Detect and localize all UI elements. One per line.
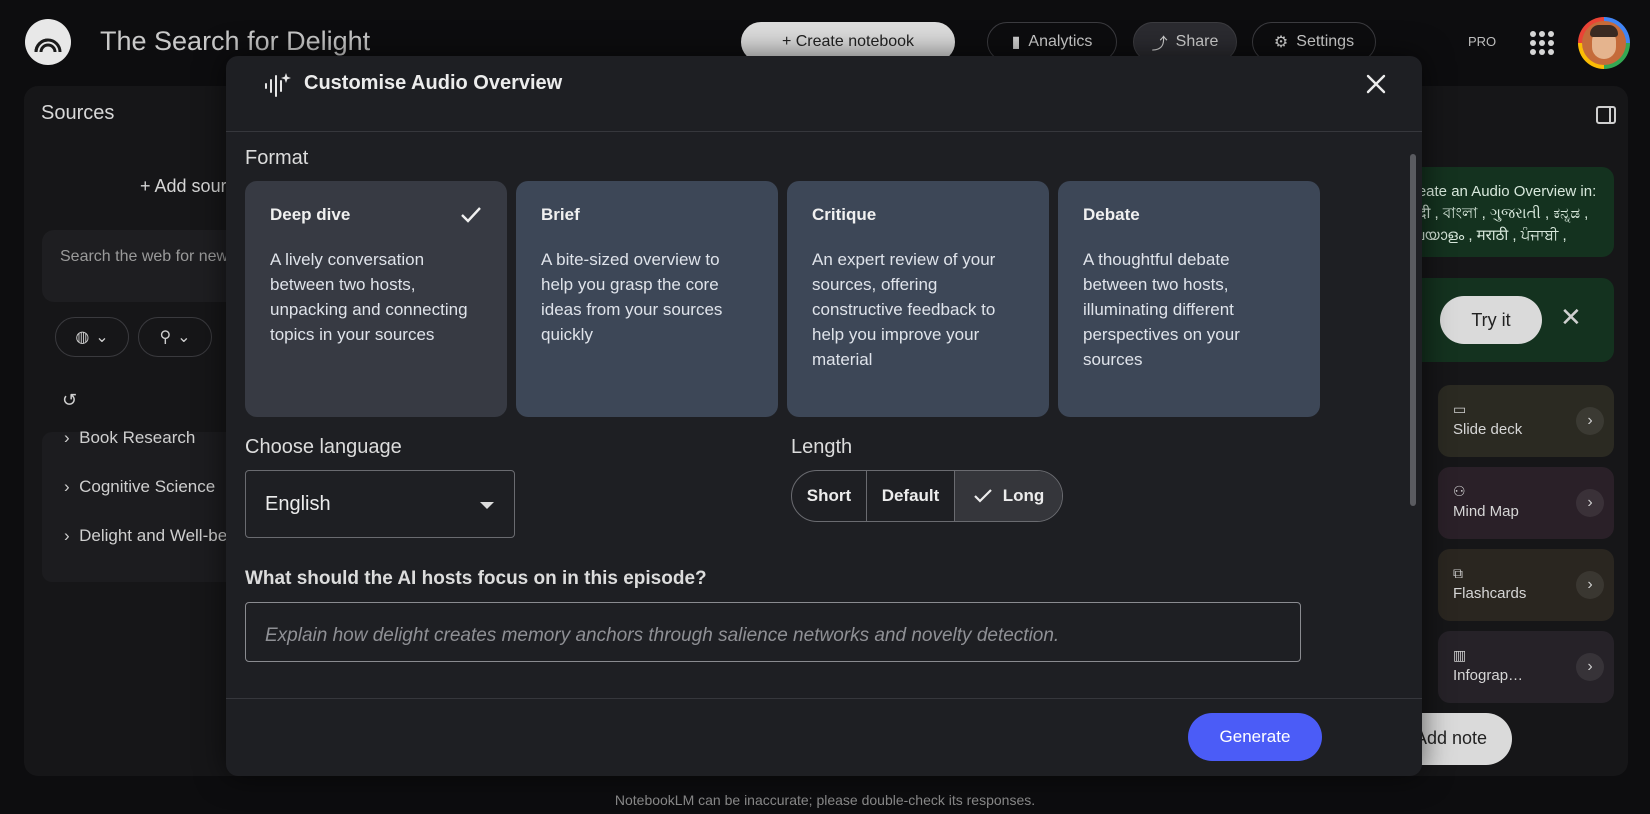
disclaimer-text: NotebookLM can be inaccurate; please dou… bbox=[614, 792, 1036, 808]
checkmark-icon bbox=[973, 489, 992, 503]
notebooklm-logo-icon[interactable] bbox=[25, 19, 71, 65]
gear-icon: ⚙ bbox=[1273, 34, 1289, 51]
mind-map-tile[interactable]: ⚇ Mind Map › bbox=[1438, 467, 1614, 539]
language-select[interactable]: English bbox=[245, 470, 515, 538]
pro-badge: PRO bbox=[1468, 34, 1497, 49]
chevron-right-icon: › bbox=[1576, 653, 1604, 681]
plus-icon: + bbox=[140, 176, 155, 196]
apps-grid-icon[interactable] bbox=[1530, 31, 1554, 55]
format-card-title: Deep dive bbox=[270, 205, 351, 224]
generate-button[interactable]: Generate bbox=[1188, 713, 1322, 761]
share-label: Share bbox=[1175, 33, 1219, 50]
add-source-button[interactable]: + Add sources bbox=[140, 176, 230, 197]
length-option-label: Long bbox=[1002, 486, 1045, 505]
tile-label: Slide deck bbox=[1453, 421, 1523, 438]
analytics-icon: ▮ bbox=[1011, 34, 1021, 51]
format-card-description: An expert review of your sources, offeri… bbox=[812, 250, 996, 369]
close-icon[interactable] bbox=[1360, 68, 1392, 100]
try-it-button[interactable]: Try it bbox=[1440, 296, 1542, 344]
checkmark-icon bbox=[461, 207, 481, 223]
format-card-deep-dive[interactable]: Deep dive A lively conversation between … bbox=[245, 181, 507, 417]
analytics-label: Analytics bbox=[1028, 33, 1093, 50]
length-label: Length bbox=[791, 436, 853, 458]
source-folder-item[interactable]: › Cognitive Science bbox=[64, 477, 234, 497]
avatar[interactable] bbox=[1578, 17, 1630, 69]
length-option-long[interactable]: Long bbox=[955, 471, 1062, 521]
folder-label: Book Research bbox=[79, 428, 196, 447]
flashcards-tile[interactable]: ⧉ Flashcards › bbox=[1438, 549, 1614, 621]
focus-prompt-textarea[interactable]: Explain how delight creates memory ancho… bbox=[245, 602, 1301, 662]
sparkle-search-icon: ⚲ bbox=[159, 329, 172, 346]
dialog-scrollbar[interactable] bbox=[1410, 154, 1416, 506]
source-folder-item[interactable]: › Book Research bbox=[64, 428, 234, 448]
folder-label: Delight and Well-being bbox=[79, 526, 234, 545]
length-option-label: Short bbox=[806, 486, 852, 505]
format-card-title: Brief bbox=[541, 205, 580, 224]
web-source-dropdown[interactable]: ◍ ⌄ bbox=[55, 317, 129, 357]
length-option-default[interactable]: Default bbox=[867, 471, 955, 521]
focus-label: What should the AI hosts focus on in thi… bbox=[245, 568, 707, 589]
format-card-title: Critique bbox=[812, 205, 877, 224]
folder-label: Cognitive Science bbox=[79, 477, 216, 496]
settings-label: Settings bbox=[1296, 33, 1355, 50]
chevron-right-icon: › bbox=[1576, 571, 1604, 599]
chevron-right-icon: › bbox=[1576, 407, 1604, 435]
share-icon: ⤴ bbox=[1151, 36, 1168, 53]
format-label: Format bbox=[245, 147, 309, 169]
panel-toggle-icon[interactable] bbox=[1596, 106, 1616, 124]
chevron-down-icon: ⌄ bbox=[95, 329, 109, 346]
length-option-label: Default bbox=[881, 486, 940, 505]
audio-sparkle-icon bbox=[265, 73, 291, 97]
language-label: Choose language bbox=[245, 436, 402, 458]
infographic-tile[interactable]: ▥ Infograp… › bbox=[1438, 631, 1614, 703]
create-notebook-label: + Create notebook bbox=[781, 33, 915, 50]
dialog-header: Customise Audio Overview bbox=[226, 56, 1422, 132]
format-card-description: A lively conversation between two hosts,… bbox=[270, 250, 468, 344]
slide-deck-tile[interactable]: ▭ Slide deck › bbox=[1438, 385, 1614, 457]
chevron-right-icon: › bbox=[1576, 489, 1604, 517]
notebook-title[interactable]: The Search for Delight bbox=[100, 26, 370, 57]
source-folder-list bbox=[42, 432, 242, 582]
length-segmented-control: Short Default Long bbox=[791, 470, 1063, 522]
research-mode-dropdown[interactable]: ⚲ ⌄ bbox=[138, 317, 212, 357]
format-card-title: Debate bbox=[1083, 205, 1140, 224]
caret-down-icon bbox=[480, 502, 494, 509]
format-card-debate[interactable]: Debate A thoughtful debate between two h… bbox=[1058, 181, 1320, 417]
format-card-brief[interactable]: Brief A bite-sized overview to help you … bbox=[516, 181, 778, 417]
globe-icon: ◍ bbox=[75, 329, 90, 346]
add-source-label: Add sources bbox=[154, 176, 230, 196]
tile-label: Flashcards bbox=[1453, 585, 1527, 602]
language-value: English bbox=[265, 493, 331, 515]
chevron-down-icon: ⌄ bbox=[177, 329, 191, 346]
web-search-input[interactable]: Search the web for new sources bbox=[42, 230, 242, 302]
dialog-title: Customise Audio Overview bbox=[304, 72, 563, 94]
tile-label: Infograp… bbox=[1453, 667, 1524, 684]
format-card-description: A thoughtful debate between two hosts, i… bbox=[1083, 250, 1240, 369]
length-option-short[interactable]: Short bbox=[792, 471, 867, 521]
sources-title: Sources bbox=[41, 102, 115, 124]
format-card-critique[interactable]: Critique An expert review of your source… bbox=[787, 181, 1049, 417]
history-icon[interactable]: ↺ bbox=[62, 390, 77, 411]
source-folder-item[interactable]: › Delight and Well-being bbox=[64, 526, 234, 546]
dialog-body[interactable]: Format Deep dive A lively conversation b… bbox=[226, 133, 1422, 698]
tile-label: Mind Map bbox=[1453, 503, 1519, 520]
format-card-description: A bite-sized overview to help you grasp … bbox=[541, 250, 723, 344]
customise-audio-dialog: Customise Audio Overview Format Deep div… bbox=[226, 56, 1422, 776]
dialog-footer: Generate bbox=[226, 698, 1422, 776]
dismiss-icon[interactable]: ✕ bbox=[1560, 302, 1582, 333]
